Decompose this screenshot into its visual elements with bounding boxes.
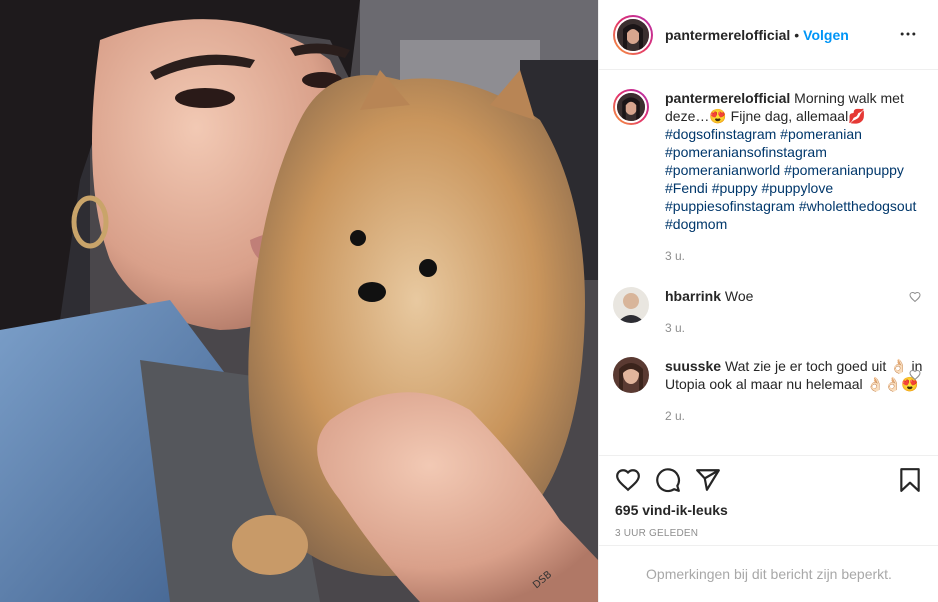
comment-text: suusske Wat zie je er toch goed uit 👌🏻 i… <box>665 357 923 393</box>
caption-text: pantermerelofficial Morning walk met dez… <box>665 89 923 233</box>
post-sidebar: pantermerelofficial • Volgen pantermerel… <box>598 0 938 602</box>
caption-avatar[interactable] <box>613 89 649 125</box>
avatar-image <box>613 357 649 393</box>
comment-username[interactable]: hbarrink <box>665 288 721 304</box>
comment-avatar[interactable] <box>613 357 649 393</box>
caption-time[interactable]: 3 u. <box>665 249 923 263</box>
separator-dot: • <box>794 26 800 43</box>
post-timestamp[interactable]: 3 UUR GELEDEN <box>615 528 923 539</box>
comment-item: hbarrink Woe 3 u. <box>599 287 938 335</box>
heart-icon[interactable] <box>615 467 641 493</box>
action-bar <box>615 464 923 496</box>
comments-list[interactable]: pantermerelofficial Morning walk met dez… <box>599 71 938 455</box>
share-icon[interactable] <box>695 467 721 493</box>
follow-button[interactable]: Volgen <box>803 27 849 43</box>
comment-text: hbarrink Woe <box>665 287 923 305</box>
comment-icon[interactable] <box>655 467 681 493</box>
avatar-image <box>617 93 645 121</box>
post-header: pantermerelofficial • Volgen <box>599 0 938 70</box>
author-username[interactable]: pantermerelofficial <box>665 27 790 43</box>
author-avatar[interactable] <box>613 14 653 55</box>
post-actions: 695 vind-ik-leuks 3 UUR GELEDEN <box>599 455 938 547</box>
post-photo[interactable]: DSB <box>0 0 598 602</box>
avatar-image <box>613 287 649 323</box>
comments-limited-notice: Opmerkingen bij dit bericht zijn beperkt… <box>599 545 938 602</box>
avatar-image <box>617 18 649 51</box>
like-count[interactable]: 695 vind-ik-leuks <box>615 502 923 518</box>
comment-time[interactable]: 2 u. <box>665 409 923 423</box>
like-comment-heart-icon[interactable] <box>909 369 921 381</box>
comment-username[interactable]: suusske <box>665 358 721 374</box>
more-icon[interactable] <box>898 24 918 44</box>
comment-body: Woe <box>724 288 754 304</box>
comment-time[interactable]: 3 u. <box>665 321 923 335</box>
comment-item: suusske Wat zie je er toch goed uit 👌🏻 i… <box>599 357 938 423</box>
selfie-with-pomeranian-image: DSB <box>0 0 598 602</box>
comment-avatar[interactable] <box>613 287 649 323</box>
like-comment-heart-icon[interactable] <box>909 291 921 303</box>
caption-hashtags[interactable]: #dogsofinstagram #pomeranian #pomeranian… <box>665 126 916 232</box>
caption-username[interactable]: pantermerelofficial <box>665 90 790 106</box>
caption: pantermerelofficial Morning walk met dez… <box>599 89 938 263</box>
post-viewer: DSB pantermerelofficial • Volgen panterm… <box>0 0 938 602</box>
bookmark-icon[interactable] <box>897 467 923 493</box>
